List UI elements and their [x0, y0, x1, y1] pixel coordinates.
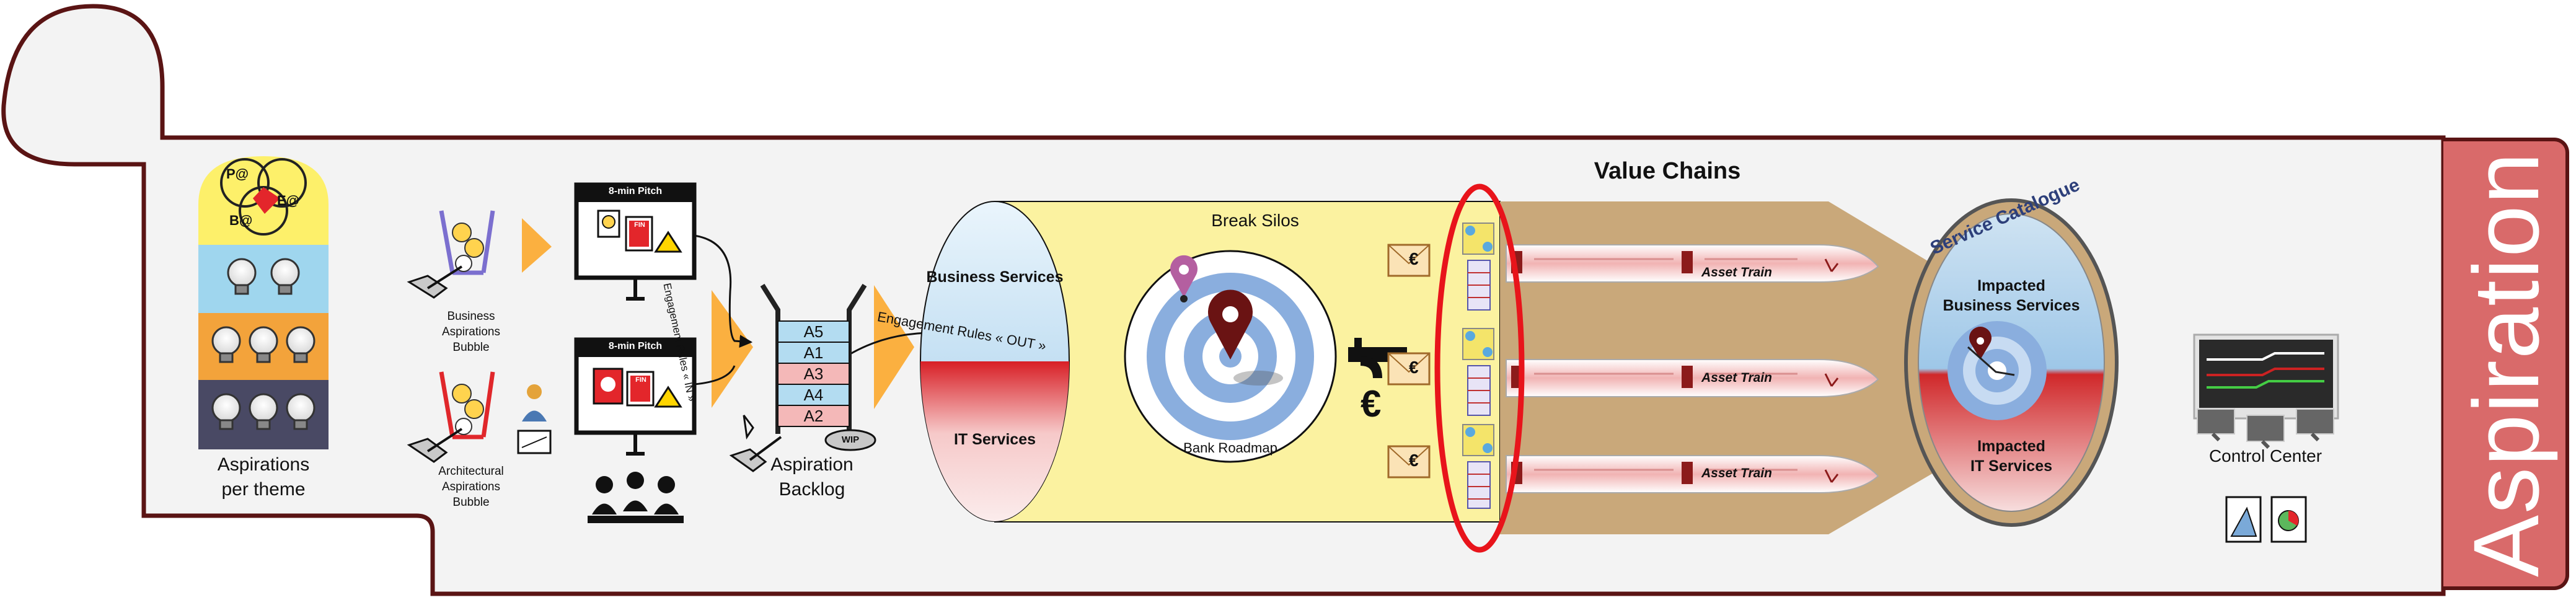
theme-level-label: B@: [229, 213, 253, 228]
business-bubble-caption: Business Aspirations Bubble: [442, 310, 500, 354]
backlog-item: A1: [803, 343, 824, 362]
envelope-euro: €: [1409, 249, 1419, 268]
asset-train-label: Asset Train: [1701, 371, 1772, 385]
asset-trains: [1506, 244, 1879, 493]
document-chart-icon: [2225, 496, 2262, 543]
architectural-bubble-caption: Architectural Aspirations Bubble: [438, 465, 504, 509]
backlog-item: A2: [803, 407, 824, 425]
theme-level-label: E@: [277, 193, 300, 208]
impacted-it-services-label: Impacted IT Services: [1970, 438, 2053, 475]
theme-level-label: P@: [226, 166, 249, 182]
diagram-canvas: [1, 4, 2446, 596]
control-center-icon: [2193, 333, 2339, 449]
aspiration-banner-label-wrap: Aspiration: [2443, 138, 2569, 590]
asset-train: [1506, 244, 1879, 283]
backlog-item: A5: [803, 322, 824, 341]
backlog-item: A3: [803, 364, 824, 383]
pitch-card-text: FIN: [634, 221, 645, 229]
service-stack-icon: [1462, 424, 1494, 509]
pitch-title: 8-min Pitch: [608, 186, 663, 196]
asset-train-label: Asset Train: [1701, 265, 1772, 280]
euro-symbol: €: [1361, 383, 1382, 425]
document-pie-icon: [2270, 496, 2307, 543]
aspiration-banner-label: Aspiration: [2454, 151, 2558, 577]
aspiration-diagram: P@ E@ B@ Aspirations per theme Business …: [0, 0, 2576, 600]
backlog-item: A4: [803, 386, 824, 404]
control-center-label: Control Center: [2208, 446, 2322, 465]
break-silos-title: Break Silos: [1211, 211, 1299, 230]
pitch-card-text: FIN: [635, 376, 646, 384]
impacted-business-services-label: Impacted Business Services: [1943, 277, 2080, 314]
wip-badge: WIP: [841, 435, 860, 445]
business-services-label: Business Services: [926, 268, 1064, 286]
asset-train: [1506, 359, 1879, 397]
envelope-euro: €: [1409, 451, 1419, 470]
themes-caption: Aspirations per theme: [217, 454, 310, 500]
asset-train-label: Asset Train: [1701, 466, 1772, 480]
service-stack-icons: [1462, 223, 1494, 509]
value-chains-title: Value Chains: [1594, 158, 1741, 184]
service-stack-icon: [1462, 223, 1494, 311]
service-stack-icon: [1462, 328, 1494, 416]
bank-roadmap-label: Bank Roadmap: [1183, 440, 1277, 456]
backlog-caption: Aspiration Backlog: [770, 454, 854, 500]
asset-train: [1506, 455, 1879, 493]
envelope-euro: €: [1409, 358, 1419, 377]
it-services-label: IT Services: [953, 431, 1036, 448]
